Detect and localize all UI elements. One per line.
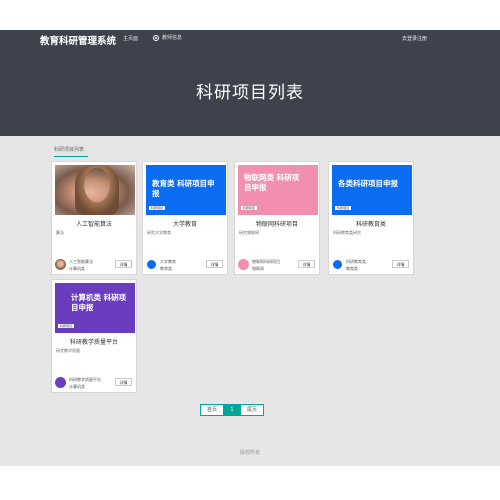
project-card[interactable]: 教育类 科研项目申报 科研项目 大学教育 研究大学教育 大学教育 教育类 详情: [142, 161, 228, 275]
author-name: 大学教育: [160, 259, 176, 264]
project-image[interactable]: 物联网类 科研项目申报 科研项目: [238, 165, 318, 215]
banner-text: 教育类 科研项目申报: [152, 179, 215, 198]
project-image[interactable]: 教育类 科研项目申报 科研项目: [146, 165, 226, 215]
avatar: [332, 259, 343, 270]
project-image[interactable]: 各类科研项目申报 科研项目: [332, 165, 412, 215]
project-title[interactable]: 物联网科研项目: [235, 219, 319, 228]
project-card[interactable]: 计算机类 科研项目申报 科研项目 科研教学质量平台 研究教学质量 科研教学质量平…: [51, 279, 137, 393]
avatar: [238, 259, 249, 270]
avatar: [55, 377, 66, 388]
project-card[interactable]: 人工智能算法 算法 人工智能算法 计算机类 详情: [51, 161, 137, 275]
pagination: 首页 1 尾页: [200, 404, 264, 416]
top-nav: 教育科研管理系统 主页面 教师信息 去登录注册: [0, 30, 500, 48]
project-category: 计算机类: [69, 384, 85, 389]
card-footer: 科研教学质量平台 计算机类 详情: [55, 376, 135, 390]
project-subtitle: 科研教育类研究: [333, 230, 361, 235]
project-banner: 教育类 科研项目申报 科研项目: [146, 165, 226, 215]
nav-login-link[interactable]: 去登录注册: [402, 35, 427, 42]
author-name: 物联网科研项目: [252, 259, 280, 264]
user-circle-icon: [153, 34, 159, 41]
avatar: [146, 259, 157, 270]
first-page-button[interactable]: 首页: [200, 404, 224, 416]
banner-text: 计算机类 科研项目申报: [71, 293, 127, 312]
project-subtitle: 研究物联网: [239, 230, 259, 235]
page-1-button[interactable]: 1: [224, 404, 240, 416]
project-card[interactable]: 各类科研项目申报 科研项目 科研教育类 科研教育类研究 科研教育类 教育类 详情: [328, 161, 414, 275]
author-name: 人工智能算法: [69, 259, 93, 264]
project-category: 教育类: [160, 266, 172, 271]
project-banner: 计算机类 科研项目申报 科研项目: [55, 283, 135, 333]
project-category: 计算机类: [69, 266, 85, 271]
top-strip: [0, 0, 500, 30]
banner-tag: 科研项目: [241, 206, 258, 210]
nav-teacher-info-label: 教师信息: [162, 35, 183, 41]
breadcrumb: 科研项目列表: [54, 146, 88, 157]
project-image[interactable]: [55, 165, 135, 215]
project-title[interactable]: 科研教育类: [329, 219, 413, 228]
project-title[interactable]: 人工智能算法: [52, 219, 136, 228]
detail-button[interactable]: 详情: [115, 378, 132, 386]
project-subtitle: 研究教学质量: [56, 348, 80, 353]
card-footer: 人工智能算法 计算机类 详情: [55, 258, 135, 272]
banner-text: 各类科研项目申报: [338, 179, 398, 188]
project-title[interactable]: 大学教育: [143, 219, 227, 228]
author-name: 科研教育类: [346, 259, 366, 264]
banner-tag: 科研项目: [58, 324, 75, 328]
project-image[interactable]: 计算机类 科研项目申报 科研项目: [55, 283, 135, 333]
detail-button[interactable]: 详情: [115, 260, 132, 268]
banner-text: 物联网类 科研项目申报: [244, 173, 300, 192]
banner-tag: 科研项目: [335, 206, 352, 210]
project-category: 物联网: [252, 266, 264, 271]
footer-copyright: 版权所有: [239, 450, 260, 456]
card-footer: 物联网科研项目 物联网 详情: [238, 258, 318, 272]
detail-button[interactable]: 详情: [392, 260, 409, 268]
project-category: 教育类: [346, 266, 358, 271]
card-footer: 大学教育 教育类 详情: [146, 258, 226, 272]
detail-button[interactable]: 详情: [206, 260, 223, 268]
project-subtitle: 算法: [56, 230, 64, 235]
portrait-photo: [55, 165, 135, 215]
author-name: 科研教学质量平台: [69, 377, 101, 382]
project-subtitle: 研究大学教育: [147, 230, 171, 235]
bottom-strip: [0, 466, 500, 500]
page-title: 科研项目列表: [196, 83, 304, 103]
banner-tag: 科研项目: [149, 206, 166, 210]
nav-teacher-info-link[interactable]: 教师信息: [153, 34, 182, 41]
detail-button[interactable]: 详情: [298, 260, 315, 268]
project-banner: 各类科研项目申报 科研项目: [332, 165, 412, 215]
last-page-button[interactable]: 尾页: [240, 404, 264, 416]
project-banner: 物联网类 科研项目申报 科研项目: [238, 165, 318, 215]
project-title[interactable]: 科研教学质量平台: [52, 337, 136, 346]
avatar: [55, 259, 66, 270]
card-footer: 科研教育类 教育类 详情: [332, 258, 412, 272]
project-card[interactable]: 物联网类 科研项目申报 科研项目 物联网科研项目 研究物联网 物联网科研项目 物…: [234, 161, 320, 275]
nav-home-link[interactable]: 主页面: [123, 35, 138, 42]
brand-title[interactable]: 教育科研管理系统: [40, 33, 116, 47]
